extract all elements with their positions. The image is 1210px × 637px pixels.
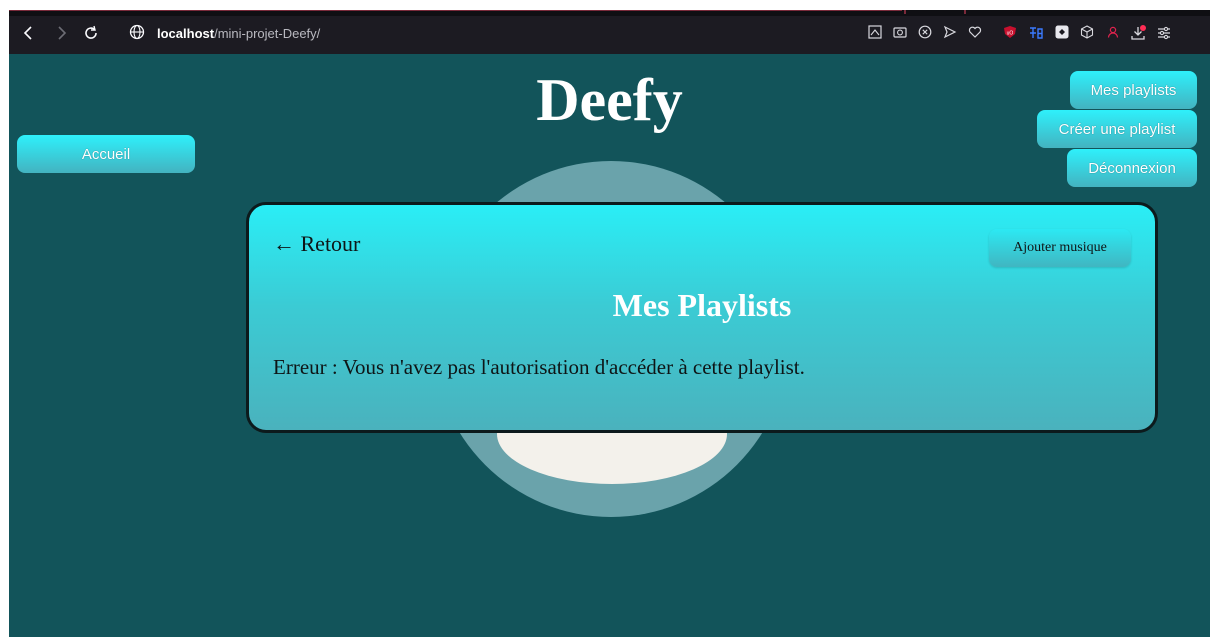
active-tab-indicator <box>9 10 902 11</box>
profile-icon[interactable] <box>1105 25 1121 41</box>
url-host: localhost <box>157 26 215 41</box>
extension-icon[interactable] <box>1054 25 1070 41</box>
reload-icon[interactable] <box>81 23 101 43</box>
error-message: Erreur : Vous n'avez pas l'autorisation … <box>273 355 805 379</box>
home-button[interactable]: Accueil <box>17 135 195 173</box>
forward-icon[interactable] <box>51 23 71 43</box>
logout-button[interactable]: Déconnexion <box>1067 149 1197 187</box>
playlist-panel: ← Retour Ajouter musique Mes Playlists E… <box>246 202 1158 433</box>
back-link[interactable]: ← Retour <box>273 231 360 257</box>
send-icon[interactable] <box>942 25 958 41</box>
camera-icon[interactable] <box>892 25 908 41</box>
add-music-button[interactable]: Ajouter musique <box>989 229 1131 267</box>
back-icon[interactable] <box>19 23 39 43</box>
address-bar[interactable]: localhost/mini-projet-Deefy/ <box>157 26 320 41</box>
page-viewport: Deefy Accueil Mes playlists Créer une pl… <box>9 54 1210 637</box>
svg-text:uO: uO <box>1007 31 1014 37</box>
site-logo: Deefy <box>536 67 683 133</box>
menu-icon[interactable] <box>1156 25 1172 41</box>
download-icon[interactable] <box>1130 25 1146 41</box>
globe-icon <box>129 24 145 40</box>
cube-icon[interactable] <box>1079 25 1095 41</box>
ublock-icon[interactable]: uO <box>1002 25 1018 41</box>
url-path: /mini-projet-Deefy/ <box>214 26 321 41</box>
panel-title: Mes Playlists <box>612 287 792 323</box>
heart-icon[interactable] <box>967 25 983 41</box>
screenshot-icon[interactable] <box>867 25 883 41</box>
create-playlist-button[interactable]: Créer une playlist <box>1037 110 1197 148</box>
browser-toolbar: localhost/mini-projet-Deefy/ uO <box>9 10 1210 54</box>
my-playlists-button[interactable]: Mes playlists <box>1070 71 1197 109</box>
tab-divider <box>904 10 906 14</box>
tab-divider <box>964 10 966 14</box>
translate-icon[interactable] <box>1028 25 1044 41</box>
close-circle-icon[interactable] <box>917 25 933 41</box>
